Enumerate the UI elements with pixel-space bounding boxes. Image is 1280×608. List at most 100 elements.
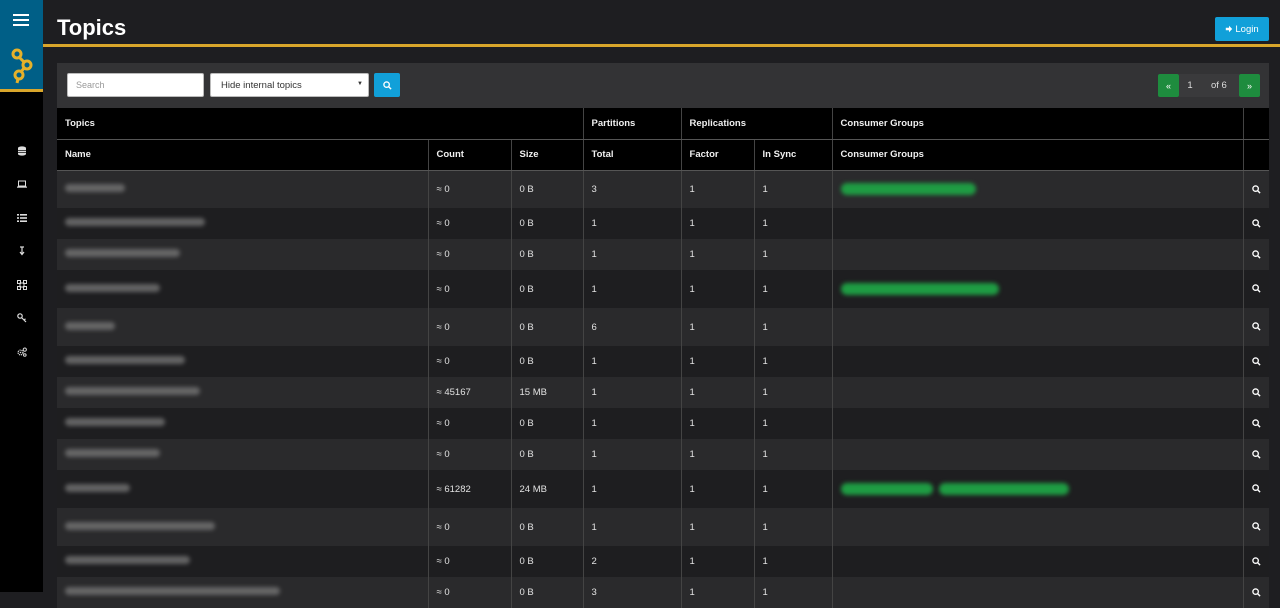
topics-group-header: Topics [57, 108, 584, 140]
table-row[interactable]: ≈ 00 B311 [57, 170, 1270, 208]
sidebar-item-consumer-groups[interactable] [0, 268, 43, 302]
view-topic-button[interactable] [1243, 208, 1270, 239]
next-page-button[interactable]: » [1239, 74, 1260, 97]
size-cell: 0 B [511, 508, 584, 546]
partitions-total-cell: 1 [583, 408, 682, 439]
view-topic-button[interactable] [1243, 346, 1270, 377]
view-topic-button[interactable] [1243, 508, 1270, 546]
current-page[interactable]: 1 [1179, 80, 1201, 91]
sidebar-header [0, 0, 43, 92]
table-row[interactable]: ≈ 45167 15 MB 1 1 1 [57, 377, 1270, 408]
count-cell: ≈ 0 [428, 170, 512, 208]
size-cell: 0 B [511, 408, 584, 439]
replication-factor-cell: 1 [681, 546, 755, 577]
topic-name-cell[interactable] [57, 508, 429, 546]
topic-name-cell[interactable] [57, 308, 429, 346]
topic-name-cell[interactable] [57, 346, 429, 377]
table-row[interactable]: ≈ 00 B611 [57, 308, 1270, 346]
search-input[interactable] [67, 73, 204, 97]
topic-name-cell[interactable] [57, 439, 429, 470]
topic-name-cell[interactable] [57, 208, 429, 239]
in-sync-column-header[interactable]: In Sync [754, 139, 833, 171]
page-header: Topics Login [43, 0, 1280, 47]
table-row[interactable]: ≈ 00 B111 [57, 239, 1270, 270]
page-count: of 6 [1211, 80, 1227, 91]
table-row[interactable]: ≈ 61282 24 MB 1 1 1 [57, 470, 1270, 508]
sidebar-item-list[interactable] [0, 201, 43, 235]
sidebar-item-acls[interactable] [0, 302, 43, 336]
size-column-header[interactable]: Size [511, 139, 584, 171]
in-sync-cell: 1 [754, 408, 833, 439]
name-column-header[interactable]: Name [57, 139, 429, 171]
search-icon [1252, 250, 1261, 259]
view-topic-button[interactable] [1243, 270, 1270, 308]
consumer-group-badge[interactable] [840, 183, 976, 196]
topic-name-cell[interactable] [57, 408, 429, 439]
topic-name-cell[interactable] [57, 546, 429, 577]
topic-name-cell[interactable] [57, 239, 429, 270]
hamburger-menu-icon[interactable] [13, 14, 29, 29]
key-icon [16, 313, 26, 323]
search-icon [1252, 522, 1261, 532]
sign-in-icon [1226, 25, 1233, 33]
search-icon [1252, 484, 1261, 494]
table-row[interactable]: ≈ 00 B111 [57, 208, 1270, 239]
view-topic-button[interactable] [1243, 439, 1270, 470]
search-icon [1252, 450, 1261, 459]
partitions-total-cell: 2 [583, 546, 682, 577]
topic-filter-select[interactable]: Hide internal topics ▼ [210, 73, 369, 97]
consumer-groups-cell [832, 377, 1244, 408]
actions-header [1243, 108, 1270, 140]
in-sync-cell: 1 [754, 439, 833, 470]
view-topic-button[interactable] [1243, 377, 1270, 408]
size-cell: 0 B [511, 208, 584, 239]
count-cell: ≈ 0 [428, 577, 512, 608]
previous-page-button[interactable]: « [1158, 74, 1179, 97]
topic-name-cell[interactable] [57, 577, 429, 608]
factor-column-header[interactable]: Factor [681, 139, 755, 171]
in-sync-cell: 1 [754, 377, 833, 408]
view-topic-button[interactable] [1243, 546, 1270, 577]
topic-name-cell[interactable] [57, 270, 429, 308]
topic-name-redacted [65, 556, 190, 564]
sidebar-item-settings[interactable] [0, 335, 43, 369]
table-row[interactable]: ≈ 00 B211 [57, 546, 1270, 577]
sidebar-item-nodes[interactable] [0, 134, 43, 168]
consumer-group-badge[interactable] [840, 283, 999, 295]
topic-name-cell[interactable] [57, 470, 429, 508]
count-column-header[interactable]: Count [428, 139, 512, 171]
login-button[interactable]: Login [1215, 17, 1269, 41]
view-topic-button[interactable] [1243, 308, 1270, 346]
search-icon [1252, 588, 1261, 597]
view-topic-button[interactable] [1243, 470, 1270, 508]
table-row[interactable]: ≈ 00 B111 [57, 508, 1270, 546]
search-icon [1252, 322, 1261, 332]
partitions-total-cell: 1 [583, 208, 682, 239]
total-column-header[interactable]: Total [583, 139, 682, 171]
view-topic-button[interactable] [1243, 577, 1270, 608]
consumer-group-badge[interactable] [938, 483, 1069, 495]
replication-factor-cell: 1 [681, 208, 755, 239]
sidebar-item-topics[interactable] [0, 168, 43, 202]
sidebar-item-tail[interactable] [0, 235, 43, 269]
view-topic-button[interactable] [1243, 408, 1270, 439]
search-button[interactable] [374, 73, 400, 97]
consumer-groups-cell [832, 208, 1244, 239]
topic-name-cell[interactable] [57, 377, 429, 408]
count-cell: ≈ 0 [428, 546, 512, 577]
partitions-total-cell: 6 [583, 308, 682, 346]
topic-name-cell[interactable] [57, 170, 429, 208]
consumer-group-badge[interactable] [840, 483, 933, 495]
table-row[interactable]: ≈ 00 B311 [57, 577, 1270, 608]
consumer-groups-group-header: Consumer Groups [832, 108, 1244, 140]
table-row[interactable]: ≈ 00 B111 [57, 270, 1270, 308]
table-row[interactable]: ≈ 00 B111 [57, 439, 1270, 470]
table-row[interactable]: ≈ 00 B111 [57, 346, 1270, 377]
table-row[interactable]: ≈ 00 B111 [57, 408, 1270, 439]
size-cell: 0 B [511, 439, 584, 470]
view-topic-button[interactable] [1243, 170, 1270, 208]
size-cell: 0 B [511, 170, 584, 208]
view-topic-button[interactable] [1243, 239, 1270, 270]
partitions-total-cell: 1 [583, 239, 682, 270]
in-sync-cell: 1 [754, 346, 833, 377]
